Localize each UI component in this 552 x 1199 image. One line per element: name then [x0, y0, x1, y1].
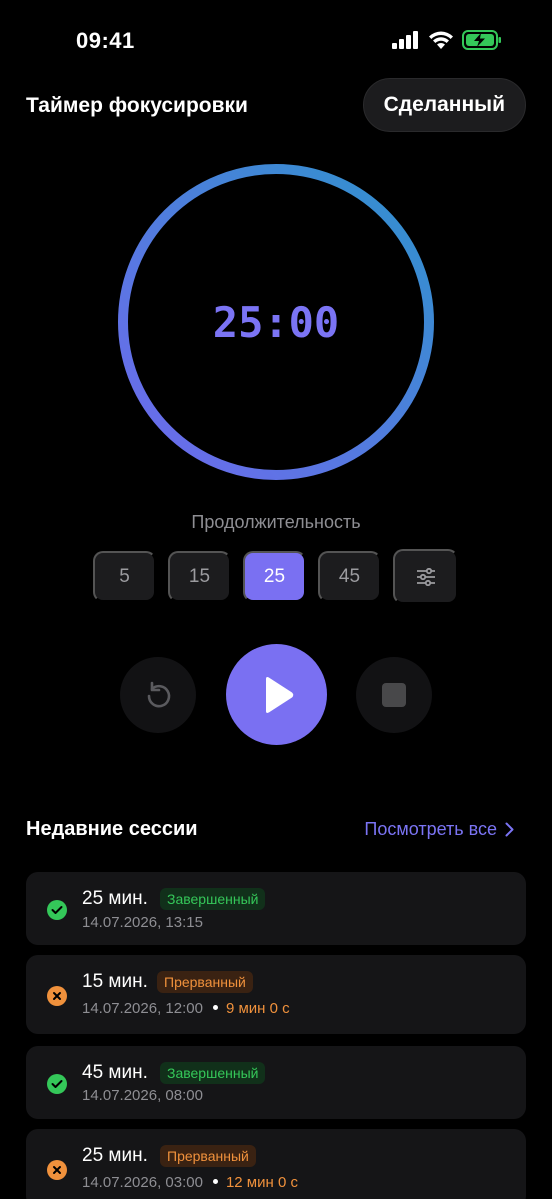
done-button[interactable]: Сделанный	[362, 78, 526, 132]
stop-icon	[382, 683, 406, 707]
battery-icon	[462, 30, 501, 50]
duration-settings-button[interactable]	[393, 549, 458, 604]
session-item[interactable]: 25 мин. Прерванный 14.07.2026, 03:00 12 м…	[26, 1129, 526, 1199]
status-bar: 09:41	[0, 0, 552, 80]
duration-label: Продолжительность	[191, 512, 361, 532]
session-date-text: 14.07.2026, 08:00	[82, 1087, 203, 1104]
separator-dot	[212, 1179, 218, 1185]
reset-button[interactable]	[120, 657, 196, 733]
status-badge: Прерванный	[160, 1145, 256, 1167]
checkmark-icon	[47, 1074, 67, 1094]
session-date-text: 14.07.2026, 13:15	[82, 914, 203, 931]
session-duration: 45 мин.	[82, 1062, 148, 1083]
page-title: Таймер фокусировки	[26, 94, 248, 117]
timer-controls	[0, 644, 552, 746]
checkmark-icon	[47, 900, 67, 920]
duration-options: 5 15 25 45	[93, 549, 458, 604]
status-badge: Завершенный	[160, 1062, 266, 1084]
session-duration: 25 мин.	[82, 888, 148, 909]
session-item[interactable]: 15 мин. Прерванный 14.07.2026, 12:00 9 ми…	[26, 955, 526, 1034]
status-badge: Прерванный	[157, 971, 253, 993]
chevron-right-icon	[505, 822, 514, 837]
recent-sessions-header: Недавние сессии Посмотреть все	[26, 814, 526, 844]
play-icon	[265, 676, 293, 713]
sessions-list: 25 мин. Завершенный 14.07.2026, 13:15 15…	[26, 872, 526, 1199]
session-duration: 15 мин.	[82, 971, 148, 992]
view-all-link[interactable]: Посмотреть все	[364, 819, 514, 840]
play-button[interactable]	[226, 644, 327, 745]
timer-ring: 25:00	[116, 162, 436, 482]
duration-option-15[interactable]: 15	[168, 551, 231, 602]
sliders-icon	[416, 567, 435, 586]
session-duration: 25 мин.	[82, 1145, 148, 1166]
status-time: 09:41	[76, 28, 135, 53]
session-date-text: 14.07.2026, 12:00	[82, 1000, 203, 1017]
view-all-label: Посмотреть все	[364, 819, 497, 839]
reset-icon	[147, 681, 171, 708]
session-date: 14.07.2026, 13:15	[82, 914, 203, 931]
session-elapsed: 12 мин 0 с	[225, 1174, 298, 1191]
duration-option-45[interactable]: 45	[318, 551, 381, 602]
session-item[interactable]: 25 мин. Завершенный 14.07.2026, 13:15	[26, 872, 526, 945]
wifi-icon	[429, 31, 453, 49]
timer-display: 25:00	[212, 297, 340, 347]
session-date: 14.07.2026, 12:00 9 мин 0 с	[82, 1000, 290, 1017]
signal-icon	[392, 31, 418, 49]
cross-icon	[47, 986, 67, 1006]
session-item[interactable]: 45 мин. Завершенный 14.07.2026, 08:00	[26, 1046, 526, 1119]
cross-icon	[47, 1160, 67, 1180]
recent-sessions-title: Недавние сессии	[26, 818, 198, 840]
status-badge: Завершенный	[160, 888, 266, 910]
session-date-text: 14.07.2026, 03:00	[82, 1174, 203, 1191]
stop-button[interactable]	[356, 657, 432, 733]
separator-dot	[212, 1005, 218, 1011]
session-date: 14.07.2026, 08:00	[82, 1087, 203, 1104]
duration-option-5[interactable]: 5	[93, 551, 156, 602]
duration-option-25[interactable]: 25	[243, 551, 306, 602]
status-icons	[392, 30, 502, 50]
session-elapsed: 9 мин 0 с	[225, 1000, 290, 1017]
session-date: 14.07.2026, 03:00 12 мин 0 с	[82, 1174, 298, 1191]
header: Таймер фокусировки Сделанный	[0, 78, 552, 134]
